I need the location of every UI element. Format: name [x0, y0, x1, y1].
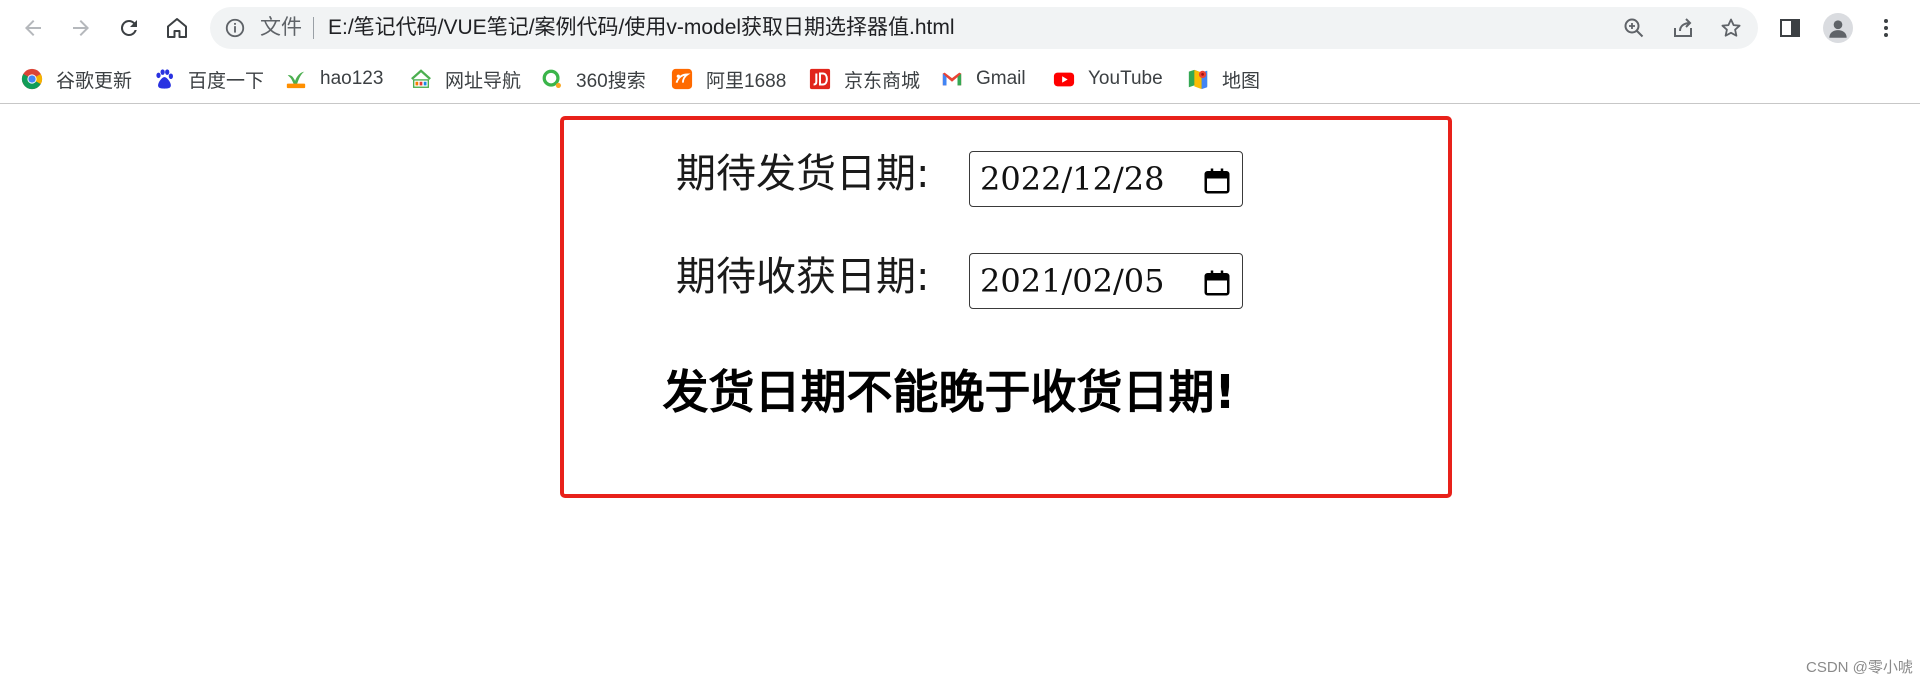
csdn-watermark: CSDN @零小唬	[1806, 659, 1913, 676]
person-icon	[1829, 20, 1847, 38]
receive-date-label: 期待收获日期:	[676, 254, 930, 300]
bookmark-baidu[interactable]: 百度一下	[153, 63, 264, 95]
bookmark-youtube[interactable]: YouTube	[1053, 63, 1163, 95]
bookmark-label: Gmail	[976, 68, 1026, 89]
bookmark-star-button[interactable]	[1719, 16, 1743, 40]
alibaba-1688-icon	[671, 68, 693, 90]
bookmark-label: 地图	[1222, 70, 1261, 92]
bookmark-label: 百度一下	[188, 70, 265, 92]
home-button[interactable]	[157, 8, 197, 48]
hao123-icon	[285, 68, 307, 90]
youtube-icon	[1053, 68, 1075, 90]
calendar-icon[interactable]	[1202, 268, 1232, 298]
bookmark-label: 京东商城	[844, 70, 921, 92]
bookmark-label: 阿里1688	[706, 70, 787, 92]
bookmark-label: 网址导航	[445, 70, 522, 92]
arrow-left-icon	[25, 20, 41, 36]
zoom-button[interactable]	[1622, 16, 1646, 40]
maps-icon	[1187, 68, 1209, 90]
bookmark-label: 谷歌更新	[56, 70, 133, 92]
profile-button[interactable]	[1818, 8, 1858, 48]
chrome-icon	[21, 68, 43, 90]
360-search-icon	[541, 68, 563, 90]
home-icon	[167, 18, 187, 38]
reload-icon	[120, 19, 137, 36]
date-warning-message: 发货日期不能晚于收货日期!	[662, 365, 1236, 419]
kebab-menu-icon	[1884, 19, 1888, 37]
address-separator	[313, 17, 314, 39]
arrow-right-icon	[73, 20, 89, 36]
jd-icon	[809, 68, 831, 90]
info-icon[interactable]	[224, 17, 246, 39]
bookmark-chrome-update[interactable]: 谷歌更新	[21, 63, 132, 95]
bookmark-jd[interactable]: 京东商城	[809, 63, 920, 95]
bookmark-label: 360搜索	[576, 70, 646, 92]
side-panel-icon	[1780, 19, 1800, 37]
ship-date-input[interactable]: 2022/12/28	[969, 151, 1243, 207]
ship-date-label: 期待发货日期:	[676, 151, 930, 197]
url-text[interactable]: E:/笔记代码/VUE笔记/案例代码/使用v-model获取日期选择器值.htm…	[328, 16, 955, 40]
avatar	[1823, 13, 1853, 43]
address-bar[interactable]: 文件 E:/笔记代码/VUE笔记/案例代码/使用v-model获取日期选择器值.…	[210, 7, 1758, 49]
share-button[interactable]	[1671, 16, 1695, 40]
forward-button[interactable]	[61, 8, 101, 48]
side-panel-button[interactable]	[1770, 8, 1810, 48]
baidu-paw-icon	[153, 68, 175, 90]
ship-date-value: 2022/12/28	[980, 160, 1165, 198]
bookmarks-bar: 谷歌更新 百度一下 hao123 网址导航 360搜索 阿里1688 京东商城 …	[0, 56, 1920, 104]
bookmark-gmail[interactable]: Gmail	[941, 63, 1026, 95]
calendar-icon[interactable]	[1202, 166, 1232, 196]
receive-date-input[interactable]: 2021/02/05	[969, 253, 1243, 309]
bookmark-label: hao123	[320, 68, 384, 89]
bookmark-360-search[interactable]: 360搜索	[541, 63, 646, 95]
bookmark-2345-nav[interactable]: 网址导航	[410, 63, 521, 95]
share-icon	[1674, 18, 1692, 37]
back-button[interactable]	[13, 8, 53, 48]
bookmark-alibaba-1688[interactable]: 阿里1688	[671, 63, 786, 95]
star-icon	[1721, 18, 1741, 37]
zoom-in-icon	[1624, 18, 1644, 38]
receive-date-value: 2021/02/05	[980, 262, 1165, 300]
bookmark-hao123[interactable]: hao123	[285, 63, 383, 95]
browser-toolbar: 文件 E:/笔记代码/VUE笔记/案例代码/使用v-model获取日期选择器值.…	[0, 0, 1920, 56]
site-info-chip[interactable]: 文件	[260, 16, 302, 40]
menu-button[interactable]	[1866, 8, 1906, 48]
bookmark-label: YouTube	[1088, 68, 1163, 89]
bookmark-maps[interactable]: 地图	[1187, 63, 1260, 95]
gmail-icon	[941, 68, 963, 90]
reload-button[interactable]	[109, 8, 149, 48]
2345-icon	[410, 68, 432, 90]
